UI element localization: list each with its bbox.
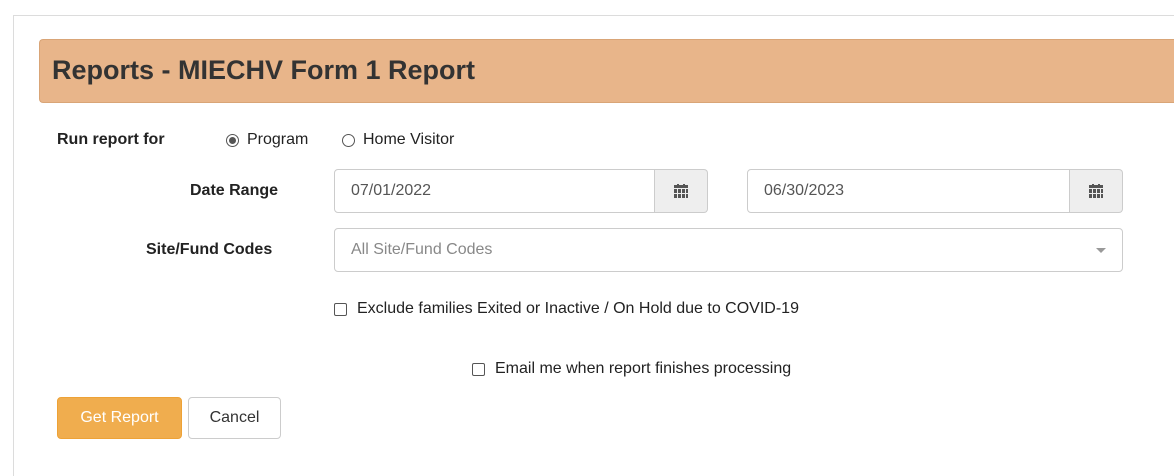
caret-down-icon [1096,248,1106,253]
exclude-covid-label: Exclude families Exited or Inactive / On… [357,300,799,317]
page-header: Reports - MIECHV Form 1 Report [39,39,1174,103]
radio-program-indicator[interactable] [226,133,239,147]
email-me-option[interactable]: Email me when report finishes processing [472,360,791,378]
end-date-input[interactable]: 06/30/2023 [747,169,1070,213]
site-fund-codes-label: Site/Fund Codes [146,241,273,258]
email-me-checkbox[interactable] [472,362,485,376]
exclude-covid-checkbox[interactable] [334,302,347,316]
end-date-calendar-button[interactable] [1070,169,1123,213]
date-range-label: Date Range [190,182,279,199]
exclude-covid-option[interactable]: Exclude families Exited or Inactive / On… [334,300,799,318]
start-date-input[interactable]: 07/01/2022 [334,169,655,213]
run-report-for-label: Run report for [57,131,165,148]
radio-program-label: Program [247,131,309,148]
cancel-button[interactable]: Cancel [188,397,281,439]
page-title: Reports - MIECHV Form 1 Report [52,55,476,85]
radio-home-visitor[interactable]: Home Visitor [342,131,454,149]
start-date-group: 07/01/2022 [334,169,708,213]
calendar-icon [674,184,688,198]
site-fund-codes-placeholder: All Site/Fund Codes [351,241,493,258]
radio-program[interactable]: Program [226,131,308,149]
site-fund-codes-select[interactable]: All Site/Fund Codes [334,228,1123,272]
radio-home-visitor-indicator[interactable] [342,133,355,147]
calendar-icon [1089,184,1103,198]
radio-home-visitor-label: Home Visitor [363,131,455,148]
start-date-calendar-button[interactable] [655,169,708,213]
email-me-label: Email me when report finishes processing [495,360,792,377]
get-report-button[interactable]: Get Report [57,397,182,439]
end-date-group: 06/30/2023 [747,169,1123,213]
top-strip [0,0,1174,10]
